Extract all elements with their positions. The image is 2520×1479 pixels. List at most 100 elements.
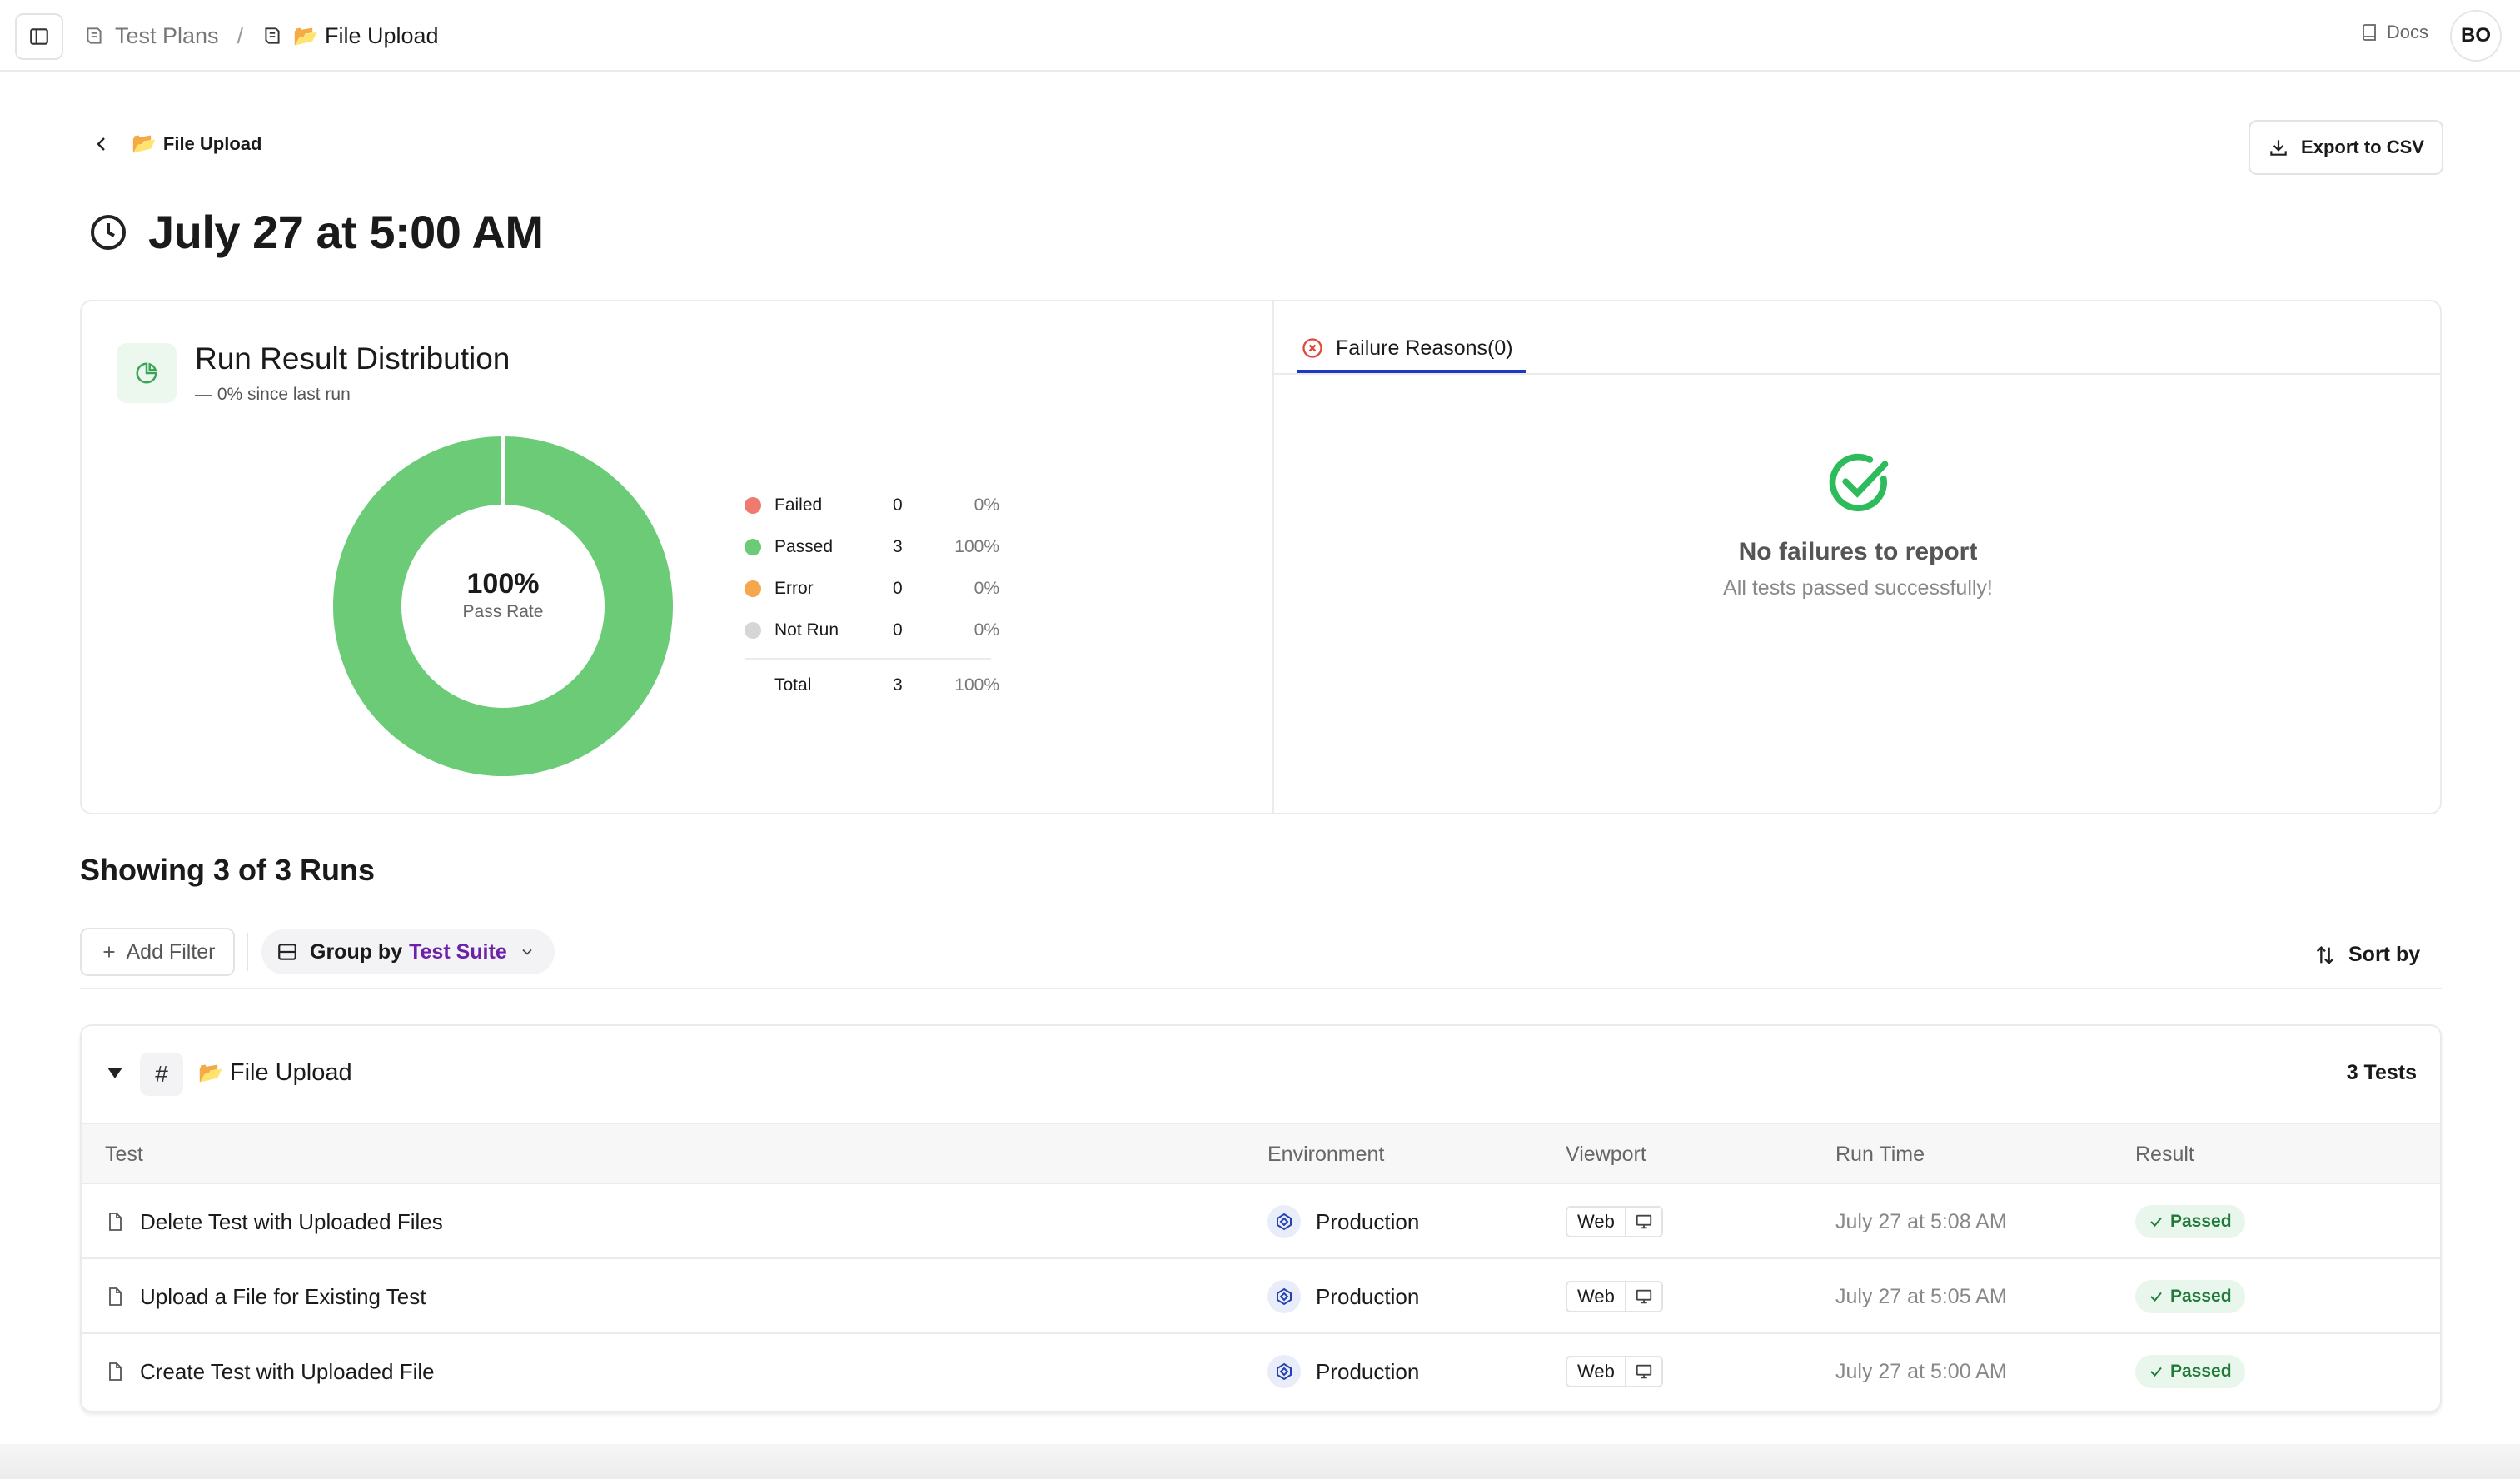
column-header-environment: Environment bbox=[1267, 1143, 1385, 1166]
test-name[interactable]: Upload a File for Existing Test bbox=[140, 1284, 426, 1310]
monitor-icon bbox=[1626, 1362, 1661, 1381]
legend-name: Not Run bbox=[774, 620, 839, 640]
viewport-label: Web bbox=[1567, 1208, 1626, 1236]
viewport-badge: Web bbox=[1566, 1281, 1663, 1312]
result-label: Passed bbox=[2170, 1362, 2232, 1381]
check-icon bbox=[2149, 1214, 2164, 1229]
legend-count: 3 bbox=[893, 537, 903, 556]
back-link[interactable]: 📂 File Upload bbox=[92, 132, 261, 156]
add-filter-button[interactable]: Add Filter bbox=[80, 928, 235, 976]
breadcrumb-test-plans[interactable]: Test Plans bbox=[115, 23, 219, 49]
donut-center: 100% Pass Rate bbox=[331, 568, 675, 622]
result-label: Passed bbox=[2170, 1212, 2232, 1231]
column-header-viewport: Viewport bbox=[1566, 1143, 1646, 1166]
sort-arrows-icon bbox=[2313, 944, 2337, 967]
test-name[interactable]: Delete Test with Uploaded Files bbox=[140, 1209, 443, 1235]
file-icon bbox=[105, 1286, 125, 1307]
group-name: 📂 File Upload bbox=[198, 1059, 352, 1087]
x-circle-icon bbox=[1301, 336, 1324, 360]
group-by-dropdown[interactable]: Group by Test Suite bbox=[261, 929, 555, 974]
test-cell: Delete Test with Uploaded Files bbox=[105, 1184, 443, 1259]
clock-icon bbox=[88, 212, 128, 252]
group-header[interactable]: # 📂 File Upload 3 Tests bbox=[82, 1026, 2440, 1123]
legend-count: 0 bbox=[893, 620, 903, 640]
monitor-icon bbox=[1626, 1287, 1661, 1306]
legend-total-name: Total bbox=[774, 675, 812, 695]
environment-icon bbox=[1267, 1205, 1301, 1238]
legend-row-error: Error 0 0% bbox=[745, 568, 1078, 610]
toolbar-divider bbox=[247, 933, 248, 971]
environment-icon bbox=[1267, 1355, 1301, 1388]
column-header-test: Test bbox=[105, 1143, 143, 1166]
failure-tab-label: Failure Reasons(0) bbox=[1336, 336, 1513, 360]
passed-badge: Passed bbox=[2135, 1205, 2245, 1238]
legend-name: Failed bbox=[774, 495, 823, 515]
table-header: Test Environment Viewport Run Time Resul… bbox=[82, 1123, 2440, 1184]
test-plan-icon bbox=[261, 25, 283, 47]
environment-cell: Production bbox=[1267, 1184, 1419, 1259]
legend-divider bbox=[745, 658, 991, 660]
top-bar: Test Plans / 📂 File Upload Docs BO bbox=[0, 0, 2520, 72]
group-by-value: Test Suite bbox=[409, 939, 507, 964]
docs-label: Docs bbox=[2386, 22, 2428, 42]
test-name[interactable]: Create Test with Uploaded File bbox=[140, 1359, 435, 1385]
caret-down-icon[interactable] bbox=[105, 1063, 125, 1083]
group-test-count: 3 Tests bbox=[2346, 1061, 2417, 1084]
chevron-left-icon[interactable] bbox=[92, 134, 112, 154]
environment-name: Production bbox=[1316, 1208, 1420, 1234]
breadcrumb-file-upload: File Upload bbox=[324, 22, 439, 48]
result-cell: Passed bbox=[2135, 1184, 2245, 1259]
tab-failure-reasons[interactable]: Failure Reasons(0) bbox=[1297, 326, 1526, 373]
legend-name: Passed bbox=[774, 537, 834, 556]
download-icon bbox=[2268, 137, 2289, 158]
sort-by-label: Sort by bbox=[2348, 943, 2421, 966]
legend-total-pct: 100% bbox=[954, 675, 999, 695]
no-failures-title: No failures to report bbox=[1738, 538, 1978, 565]
add-filter-label: Add Filter bbox=[126, 939, 216, 964]
breadcrumb: Test Plans / 📂 File Upload bbox=[83, 18, 439, 53]
check-icon bbox=[2149, 1289, 2164, 1304]
pass-rate-label: Pass Rate bbox=[462, 602, 544, 621]
result-cell: Passed bbox=[2135, 1259, 2245, 1334]
legend-pct: 0% bbox=[974, 579, 999, 598]
folder-emoji-icon: 📂 bbox=[132, 132, 157, 155]
legend-pct: 0% bbox=[974, 495, 999, 515]
toolbar-underline bbox=[80, 988, 2442, 989]
pass-rate-value: 100% bbox=[466, 568, 540, 600]
file-icon bbox=[105, 1211, 125, 1232]
file-icon bbox=[105, 1361, 125, 1382]
legend-dot-failed bbox=[745, 497, 761, 514]
export-csv-button[interactable]: Export to CSV bbox=[2249, 120, 2443, 175]
docs-link[interactable]: Docs bbox=[2360, 22, 2428, 43]
folder-emoji-icon: 📂 bbox=[293, 24, 318, 47]
legend-count: 0 bbox=[893, 495, 903, 515]
viewport-cell: Web bbox=[1566, 1334, 1663, 1409]
table-row[interactable]: Upload a File for Existing Test Producti… bbox=[82, 1259, 2440, 1334]
run-title-text: July 27 at 5:00 AM bbox=[148, 206, 544, 258]
test-cell: Upload a File for Existing Test bbox=[105, 1259, 426, 1334]
legend-count: 0 bbox=[893, 579, 903, 598]
monitor-icon bbox=[1626, 1213, 1661, 1231]
table-row[interactable]: Delete Test with Uploaded Files Producti… bbox=[82, 1184, 2440, 1259]
run-time-cell: July 27 at 5:05 AM bbox=[1835, 1284, 2007, 1308]
table-row[interactable]: Create Test with Uploaded File Productio… bbox=[82, 1334, 2440, 1409]
distribution-legend: Failed 0 0% Passed 3 100% Error 0 0% Not… bbox=[745, 485, 1078, 706]
sidebar-toggle-icon bbox=[30, 28, 48, 45]
sort-by-button[interactable]: Sort by bbox=[2313, 943, 2420, 967]
distribution-title: Run Result Distribution bbox=[195, 341, 510, 376]
page-bottom-edge bbox=[0, 1444, 2520, 1479]
legend-pct: 0% bbox=[974, 620, 999, 640]
result-cell: Passed bbox=[2135, 1334, 2245, 1409]
legend-row-passed: Passed 3 100% bbox=[745, 526, 1078, 568]
export-label: Export to CSV bbox=[2301, 137, 2424, 157]
passed-badge: Passed bbox=[2135, 1355, 2245, 1388]
no-failures-subtitle: All tests passed successfully! bbox=[1723, 576, 1993, 600]
book-icon bbox=[2360, 22, 2380, 42]
legend-row-not-run: Not Run 0 0% bbox=[745, 610, 1078, 651]
avatar[interactable]: BO bbox=[2450, 10, 2502, 62]
run-time-cell: July 27 at 5:00 AM bbox=[1835, 1359, 2007, 1383]
sidebar-toggle-button[interactable] bbox=[15, 13, 63, 60]
environment-cell: Production bbox=[1267, 1334, 1419, 1409]
plus-icon bbox=[100, 943, 118, 961]
run-time-cell: July 27 at 5:08 AM bbox=[1835, 1209, 2007, 1233]
